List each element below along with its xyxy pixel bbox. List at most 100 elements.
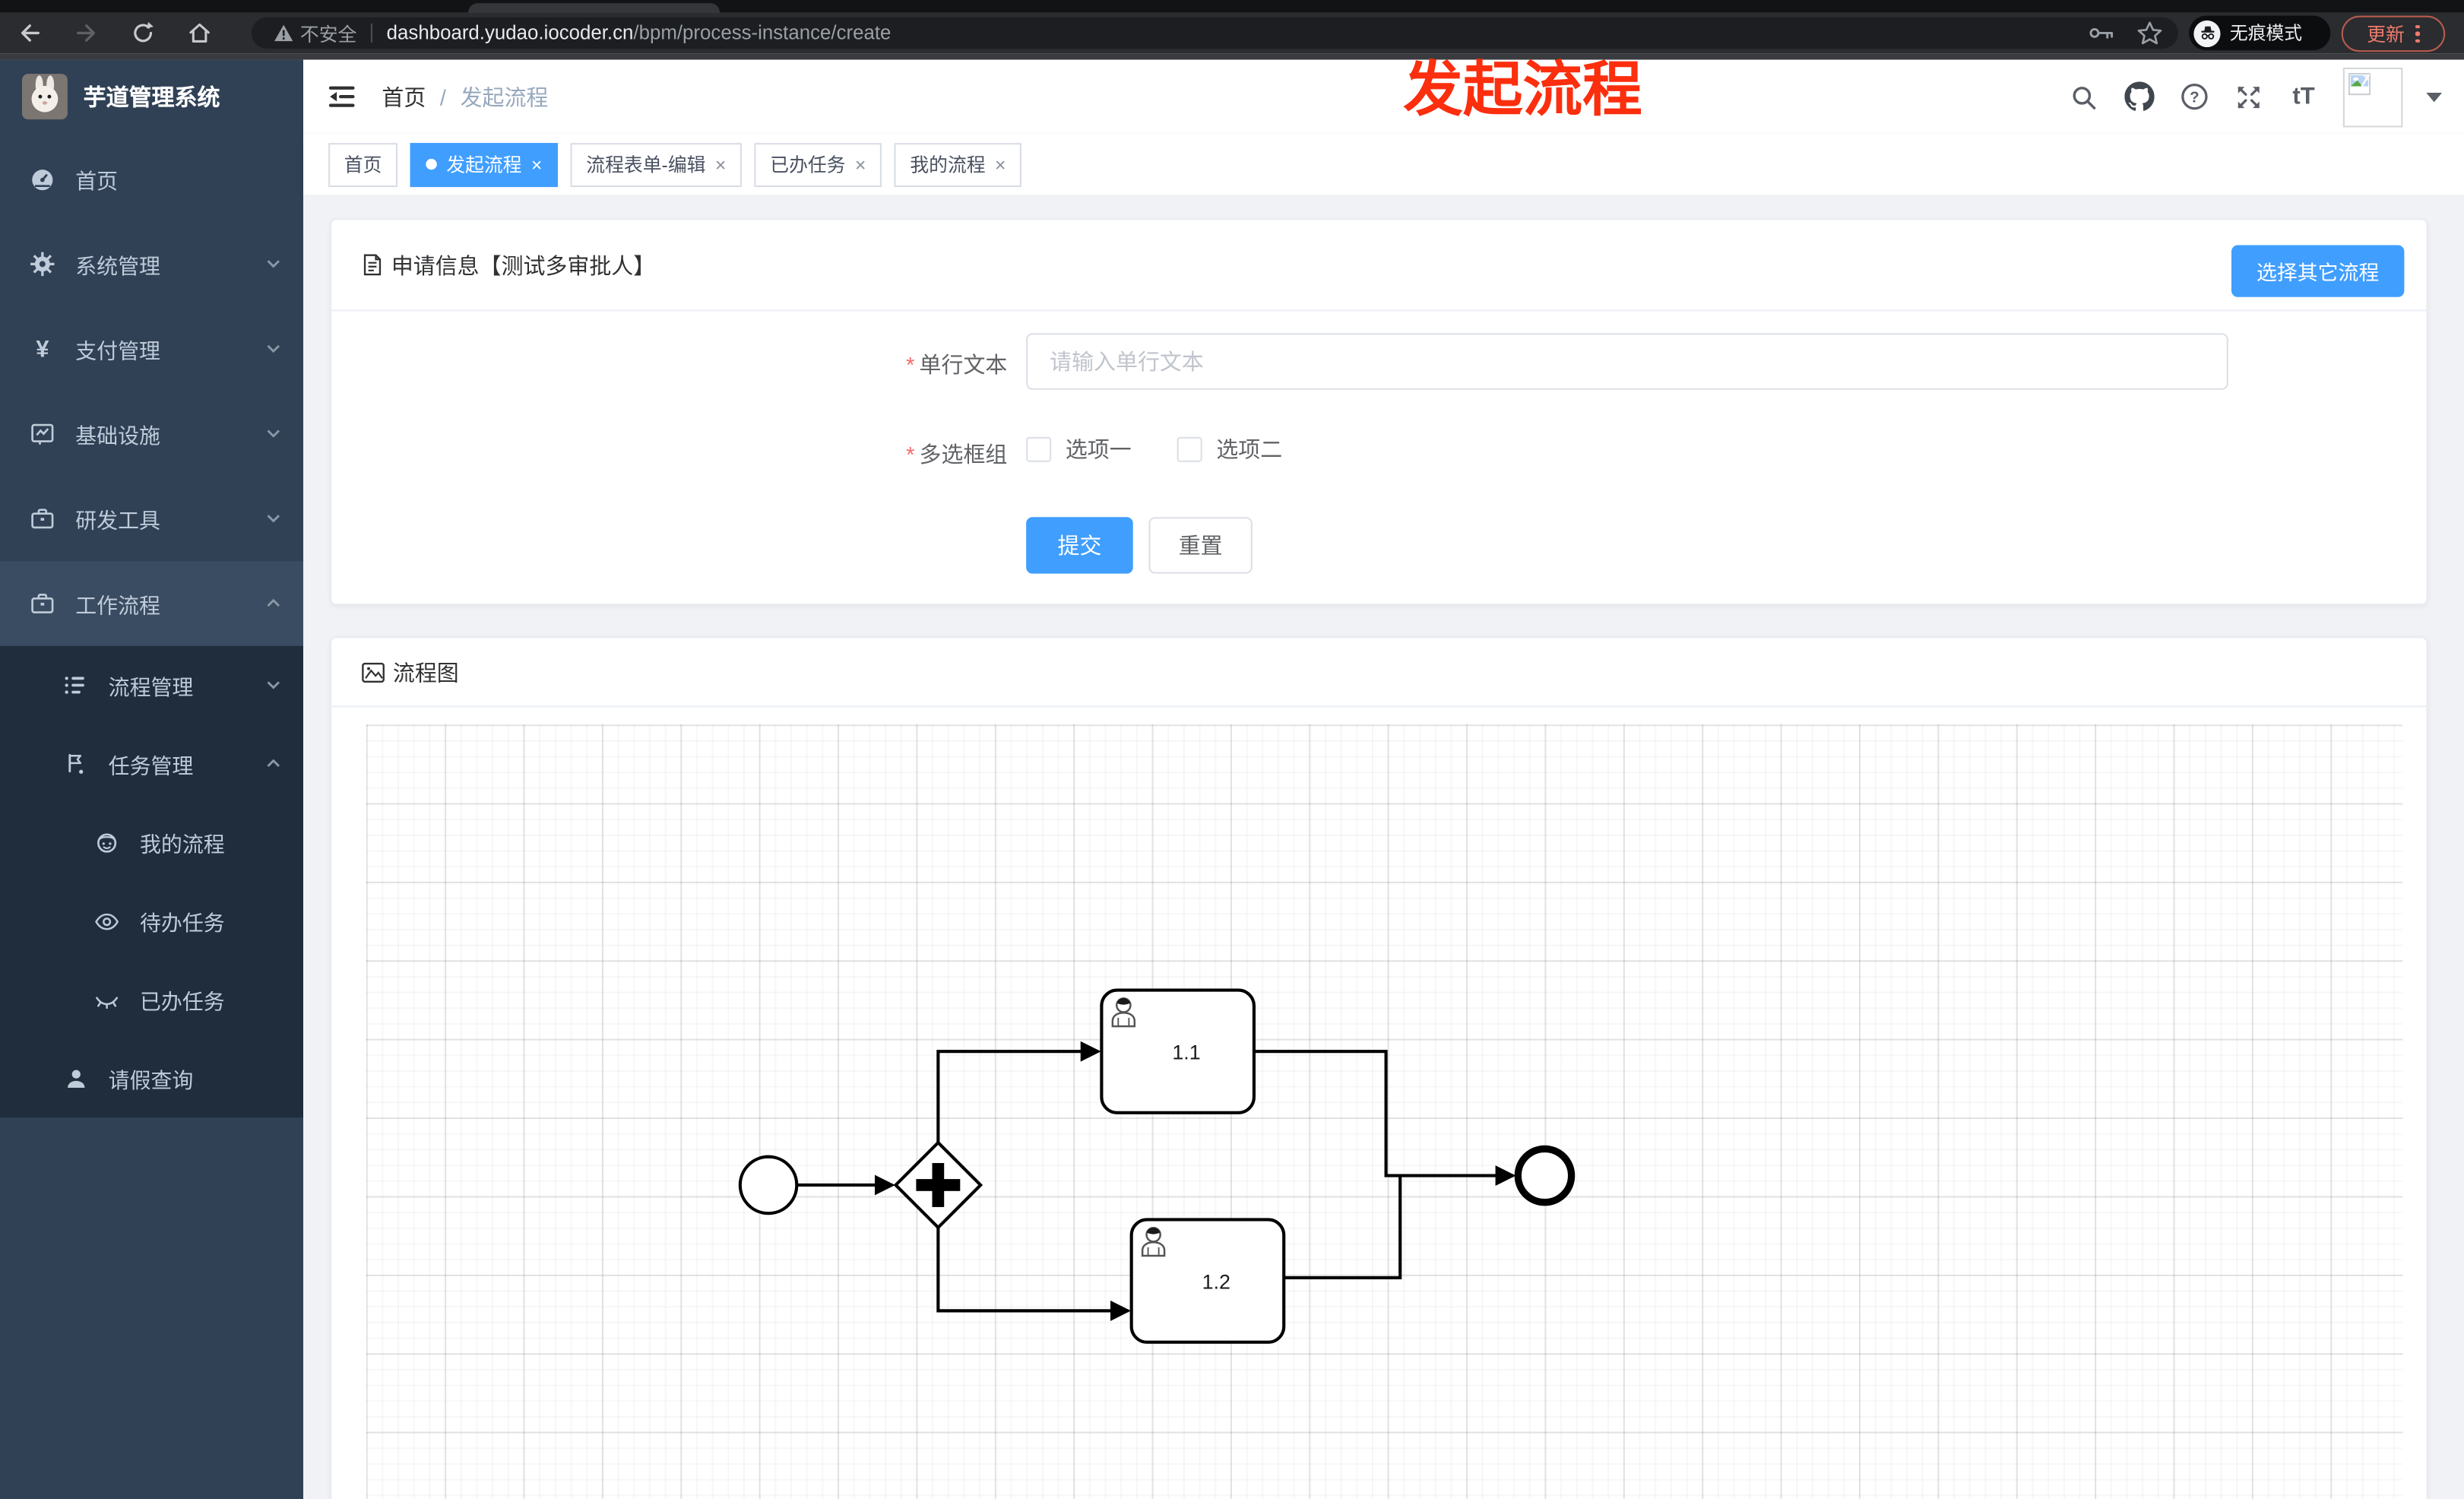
bpmn-start-event[interactable]	[738, 1155, 799, 1215]
logo[interactable]: 芋道管理系统	[0, 60, 303, 132]
sidebar-item-done-tasks[interactable]: 已办任务	[0, 960, 303, 1038]
sidebar-item-infra[interactable]: 基础设施	[0, 391, 303, 477]
briefcase-icon	[30, 506, 55, 531]
reload-icon[interactable]	[122, 16, 163, 50]
sidebar-item-devtools[interactable]: 研发工具	[0, 476, 303, 561]
breadcrumb: 首页 / 发起流程	[382, 81, 548, 112]
sidebar-item-task-mgmt[interactable]: 任务管理	[0, 724, 303, 803]
sidebar-item-workflow[interactable]: 工作流程	[0, 561, 304, 646]
tab-start-process[interactable]: 发起流程 ×	[410, 142, 559, 187]
close-icon[interactable]: ×	[995, 154, 1006, 176]
sidebar-item-process-mgmt[interactable]: 流程管理	[0, 646, 303, 724]
sidebar-item-label: 工作流程	[75, 594, 160, 618]
font-size-icon[interactable]: tT	[2288, 81, 2319, 112]
home-icon[interactable]	[179, 16, 220, 50]
main-area: 首页 / 发起流程 发起流程 ? tT 首页 发起流程 × 流程表单-编辑 × …	[303, 59, 2464, 1499]
reset-button[interactable]: 重置	[1148, 517, 1253, 574]
bpmn-canvas[interactable]: 1.1 1.2	[366, 724, 2403, 1499]
flow-list-icon	[63, 673, 88, 698]
checkbox-icon[interactable]	[1177, 436, 1202, 462]
update-label: 更新	[2367, 24, 2405, 46]
sidebar-item-label: 流程管理	[108, 676, 194, 700]
incognito-label: 无痕模式	[2229, 25, 2303, 44]
tab-label: 已办任务	[770, 154, 846, 176]
task-flag-icon	[63, 751, 88, 776]
browser-tab[interactable]	[468, 3, 720, 13]
sidebar-item-leave-query[interactable]: 请假查询	[0, 1039, 303, 1117]
required-asterisk: *	[906, 441, 915, 467]
key-icon[interactable]	[2089, 22, 2115, 44]
chevron-down-icon[interactable]	[2426, 91, 2443, 102]
choose-other-process-button[interactable]: 选择其它流程	[2231, 245, 2405, 297]
browser-tabstrip	[0, 0, 2464, 13]
incognito-icon	[2193, 19, 2221, 46]
picture-icon	[362, 661, 385, 682]
tab-home[interactable]: 首页	[328, 142, 398, 187]
breadcrumb-home[interactable]: 首页	[382, 81, 426, 112]
chevron-down-icon	[265, 256, 281, 272]
close-icon[interactable]: ×	[531, 154, 543, 176]
sidebar-item-label: 已办任务	[140, 990, 225, 1014]
sidebar-item-todo-tasks[interactable]: 待办任务	[0, 882, 303, 960]
address-bar[interactable]: 不安全 dashboard.yudao.iocoder.cn/bpm/proce…	[251, 17, 2178, 49]
infrastructure-icon	[30, 421, 55, 446]
checkbox-option-2[interactable]: 选项二	[1177, 434, 1283, 465]
gateway-plus-icon	[932, 1163, 945, 1207]
tab-my-process[interactable]: 我的流程 ×	[894, 142, 1022, 187]
page-header: 首页 / 发起流程 发起流程 ? tT	[303, 59, 2464, 134]
github-icon[interactable]	[2123, 81, 2154, 112]
update-menu-button[interactable]: 更新	[2341, 15, 2446, 52]
sidebar-item-payment[interactable]: ¥ 支付管理	[0, 306, 303, 391]
back-icon[interactable]	[9, 16, 50, 50]
checkbox-group: 选项一 选项二	[1026, 434, 1328, 465]
divider	[370, 24, 373, 43]
tab-label: 流程表单-编辑	[586, 154, 706, 176]
sidebar-item-my-process[interactable]: 我的流程	[0, 803, 303, 882]
logo-image	[21, 73, 68, 119]
tab-label: 我的流程	[910, 154, 986, 176]
briefcase-icon	[30, 591, 55, 616]
card-title-text: 流程图	[392, 659, 459, 685]
sidebar-item-home[interactable]: 首页	[0, 137, 303, 222]
task-label: 1.1	[1172, 1041, 1200, 1064]
checkbox-label: 选项二	[1216, 436, 1283, 462]
close-icon[interactable]: ×	[715, 154, 727, 176]
svg-text:?: ?	[2189, 88, 2199, 106]
checkbox-icon[interactable]	[1026, 436, 1052, 462]
help-icon[interactable]: ?	[2178, 81, 2209, 112]
chevron-down-icon	[265, 511, 281, 527]
bookmark-star-icon[interactable]	[2137, 21, 2162, 46]
hamburger-icon[interactable]	[327, 82, 356, 112]
single-line-text-input[interactable]	[1026, 333, 2228, 390]
browser-toolbar: 不安全 dashboard.yudao.iocoder.cn/bpm/proce…	[0, 12, 2464, 54]
apply-info-card: 申请信息【测试多审批人】 选择其它流程 *单行文本 *多选框组 选项一	[330, 218, 2428, 606]
user-icon	[63, 1066, 88, 1091]
submit-button[interactable]: 提交	[1026, 517, 1133, 574]
tab-done-tasks[interactable]: 已办任务 ×	[754, 142, 882, 187]
fullscreen-icon[interactable]	[2233, 81, 2264, 112]
eye-icon	[94, 908, 119, 933]
chrome-bottom-strip	[0, 53, 2464, 60]
sidebar-item-system[interactable]: 系统管理	[0, 222, 303, 307]
forward-icon[interactable]	[66, 16, 107, 50]
sidebar-item-label: 研发工具	[75, 509, 160, 533]
gear-icon	[30, 252, 55, 277]
tab-form-edit[interactable]: 流程表单-编辑 ×	[570, 142, 743, 187]
breadcrumb-separator: /	[439, 84, 446, 109]
content-area: 申请信息【测试多审批人】 选择其它流程 *单行文本 *多选框组 选项一	[303, 195, 2464, 1499]
avatar[interactable]	[2342, 66, 2403, 127]
eye-closed-icon	[94, 987, 119, 1012]
active-dot-icon	[426, 158, 437, 170]
warning-icon	[274, 24, 293, 42]
security-chip[interactable]: 不安全	[274, 20, 356, 46]
search-icon[interactable]	[2068, 81, 2099, 112]
bpmn-end-event[interactable]	[1514, 1145, 1576, 1206]
close-icon[interactable]: ×	[855, 154, 866, 176]
sidebar-item-label: 任务管理	[108, 754, 194, 778]
flow-task1-to-end	[1253, 1050, 1516, 1187]
tabs-bar: 首页 发起流程 × 流程表单-编辑 × 已办任务 × 我的流程 ×	[303, 133, 2464, 197]
checkbox-option-1[interactable]: 选项一	[1026, 434, 1132, 465]
sidebar-item-label: 首页	[75, 170, 119, 194]
sidebar-item-label: 请假查询	[108, 1068, 194, 1092]
field-label-text-input: * 单行文本	[906, 352, 1008, 378]
